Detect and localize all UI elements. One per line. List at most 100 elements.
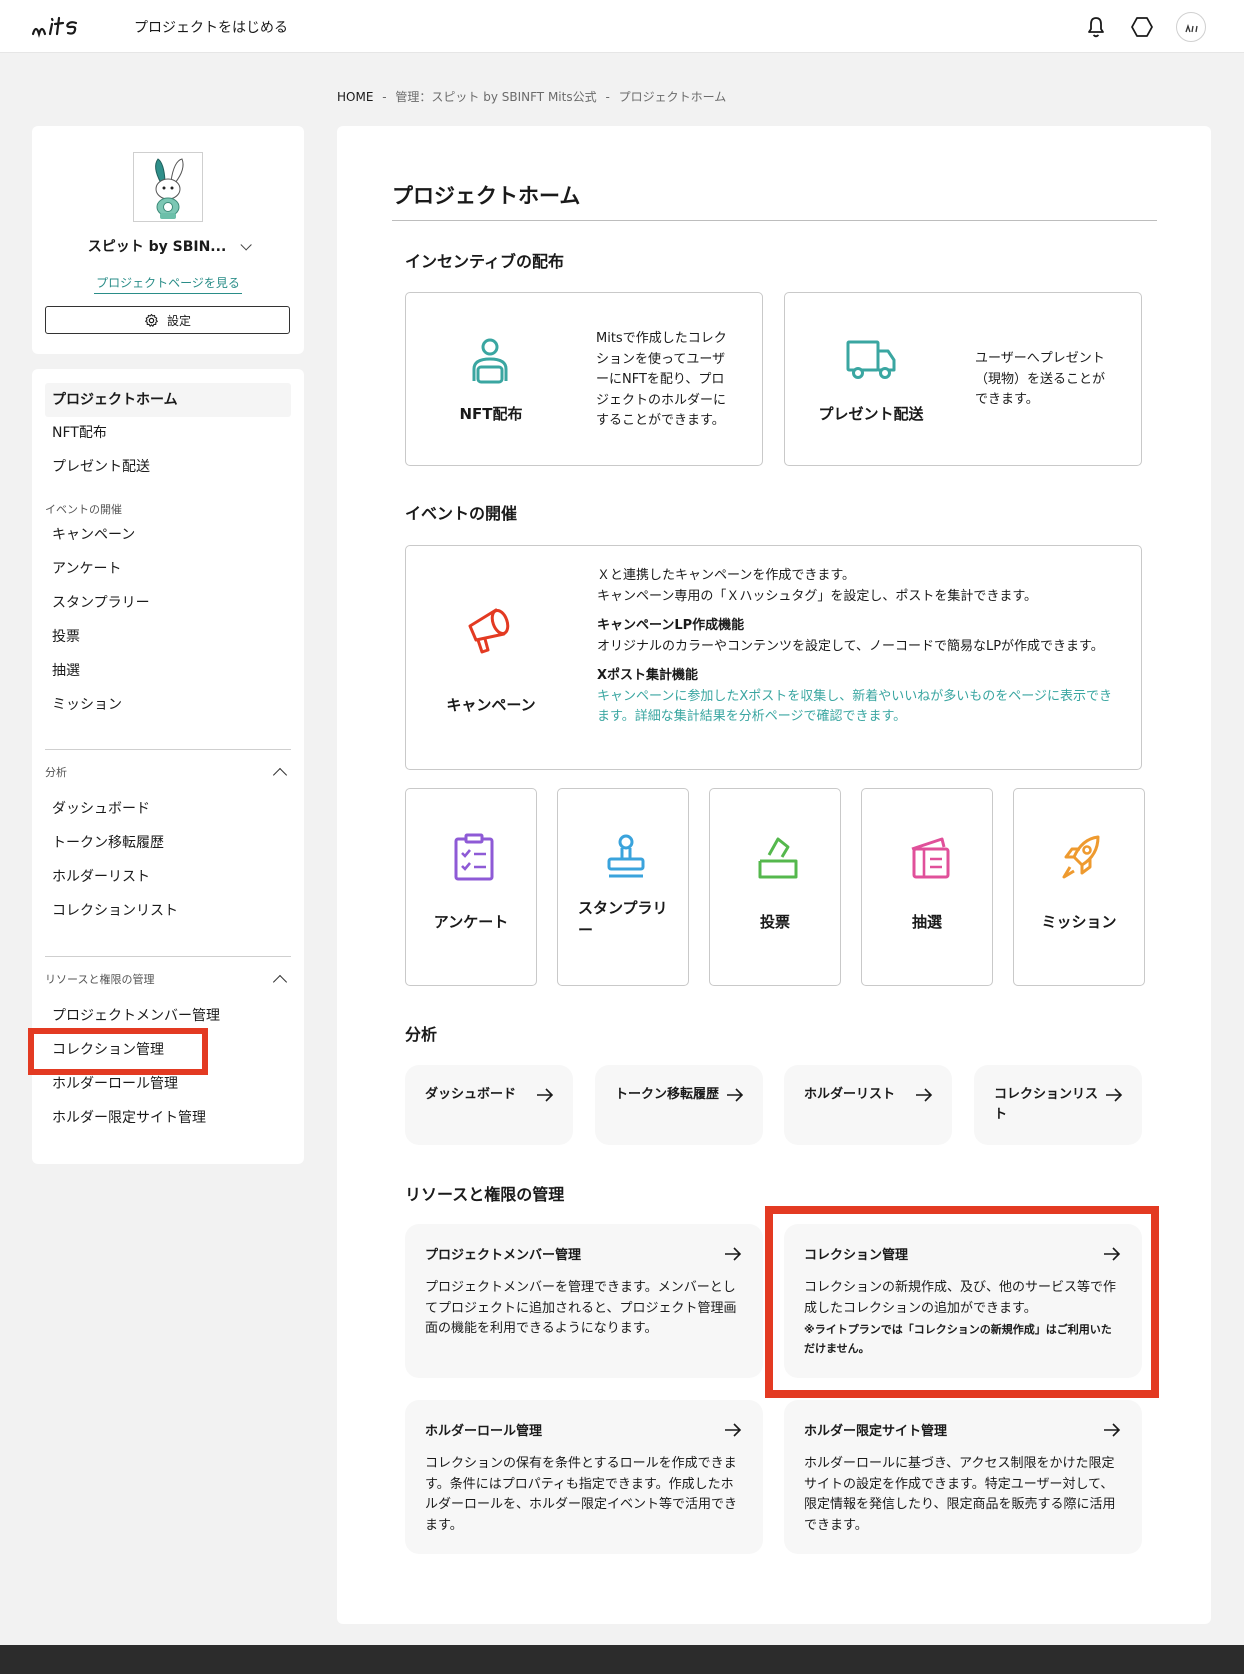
sidebar-item-lottery[interactable]: 抽選 [52, 660, 80, 682]
sidebar-item-vote[interactable]: 投票 [52, 626, 80, 648]
sidebar-item-project-home[interactable]: プロジェクトホーム [45, 383, 291, 417]
chevron-up-icon[interactable] [272, 974, 288, 990]
arrow-right-icon [727, 1088, 744, 1102]
member-card-label: プロジェクトメンバー管理 [425, 1248, 582, 1263]
holder-site-card-label: ホルダー限定サイト管理 [804, 1424, 948, 1439]
nft-distribution-card[interactable]: NFT配布 Mitsで作成したコレクションを使ってユーザーにNFTを配り、プロジ… [405, 292, 763, 466]
top-bar: プロジェクトをはじめる [0, 0, 1244, 53]
project-name: スピット by SBIN... [87, 239, 227, 255]
sidebar-group-analysis: 分析 [45, 766, 67, 779]
member-card-desc: プロジェクトメンバーを管理できます。メンバーとしてプロジェクトに追加されると、プ… [425, 1280, 737, 1336]
user-card-icon [472, 338, 508, 384]
mission-card-label: ミッション [1041, 913, 1117, 931]
member-management-card[interactable]: プロジェクトメンバー管理 プロジェクトメンバーを管理できます。メンバーとしてプロ… [405, 1224, 763, 1378]
arrow-right-icon [916, 1088, 933, 1102]
megaphone-icon [468, 608, 510, 654]
sidebar-item-holder-site[interactable]: ホルダー限定サイト管理 [52, 1107, 206, 1129]
present-card-label: プレゼント配送 [818, 405, 924, 423]
chevron-up-icon[interactable] [272, 767, 288, 783]
footer-bar [0, 1645, 1244, 1674]
mission-card[interactable]: ミッション [1013, 788, 1145, 986]
sidebar-divider [45, 749, 291, 750]
sidebar-item-member[interactable]: プロジェクトメンバー管理 [52, 1005, 220, 1027]
project-profile-card: スピット by SBIN... プロジェクトページを見る 設定 [32, 126, 304, 354]
breadcrumb-sep: - [605, 90, 610, 104]
campaign-desc-line1: Ｘと連携したキャンペーンを作成できます。 [597, 568, 856, 583]
analysis-collection-list-label: コレクションリスト [994, 1087, 1099, 1122]
sidebar-item-campaign[interactable]: キャンペーン [52, 524, 135, 546]
holder-site-card[interactable]: ホルダー限定サイト管理 ホルダーロールに基づき、アクセス制限をかけた限定サイトの… [784, 1400, 1142, 1554]
analysis-holder-list-label: ホルダーリスト [804, 1087, 896, 1102]
lottery-card[interactable]: 抽選 [861, 788, 993, 986]
breadcrumb: HOME - 管理：スピット by SBINFT Mits公式 - プロジェクト… [337, 88, 726, 105]
sidebar-item-present[interactable]: プレゼント配送 [52, 456, 150, 478]
clipboard-check-icon [454, 833, 494, 881]
vote-card-label: 投票 [759, 913, 790, 931]
holder-role-card-label: ホルダーロール管理 [425, 1424, 543, 1439]
sidebar-item-token-history[interactable]: トークン移転履歴 [52, 832, 164, 854]
settings-label: 設定 [166, 313, 191, 328]
analysis-token-history-label: トークン移転履歴 [615, 1087, 720, 1102]
campaign-xpost-heading: Xポスト集計機能 [597, 668, 699, 683]
section-title-incentive: インセンティブの配布 [405, 252, 565, 271]
nft-card-label: NFT配布 [459, 405, 523, 423]
bell-icon[interactable] [1082, 13, 1110, 41]
stamp-rally-card[interactable]: スタンプラリー [557, 788, 689, 986]
mits-logo[interactable] [30, 12, 102, 42]
section-title-analysis: 分析 [405, 1025, 438, 1044]
hexagon-icon[interactable] [1128, 13, 1156, 41]
settings-button[interactable]: 設定 [45, 306, 290, 334]
breadcrumb-sep: - [382, 90, 387, 104]
title-divider [392, 220, 1157, 221]
sidebar-item-survey[interactable]: アンケート [52, 558, 121, 580]
arrow-right-icon [725, 1247, 742, 1261]
user-avatar[interactable] [1176, 12, 1206, 42]
sidebar-item-holder-role[interactable]: ホルダーロール管理 [52, 1073, 178, 1095]
present-card-desc: ユーザーへプレゼント（現物）を送ることができます。 [975, 351, 1106, 407]
breadcrumb-home[interactable]: HOME [337, 90, 373, 104]
rocket-icon [1062, 835, 1100, 879]
breadcrumb-manage[interactable]: 管理：スピット by SBINFT Mits公式 [395, 90, 596, 104]
sidebar-item-nft[interactable]: NFT配布 [52, 422, 107, 444]
sidebar-group-resource: リソースと権限の管理 [45, 973, 155, 986]
campaign-lp-heading: キャンペーンLP作成機能 [597, 618, 745, 633]
truck-icon [846, 340, 896, 379]
sidebar-item-dashboard[interactable]: ダッシュボード [52, 798, 150, 820]
project-page-link[interactable]: プロジェクトページを見る [94, 274, 242, 294]
campaign-lp-desc: オリジナルのカラーやコンテンツを設定して、ノーコードで簡易なLPが作成できます。 [597, 638, 1104, 654]
holder-role-card[interactable]: ホルダーロール管理 コレクションの保有を条件とするロールを作成できます。条件には… [405, 1400, 763, 1554]
highlight-box-sidebar [28, 1028, 208, 1075]
chevron-down-icon [240, 239, 253, 251]
arrow-right-icon [725, 1423, 742, 1437]
lottery-card-label: 抽選 [911, 913, 942, 931]
stamp-rally-card-label: スタンプラリー [578, 899, 668, 939]
sidebar-group-event: イベントの開催 [45, 503, 122, 516]
campaign-card[interactable]: キャンペーン Ｘと連携したキャンペーンを作成できます。 キャンペーン専用の「Ｘハ… [405, 545, 1142, 770]
stamp-icon [607, 834, 645, 878]
start-project-link[interactable]: プロジェクトをはじめる [134, 17, 288, 37]
avatar-icon [1185, 23, 1198, 33]
page-title: プロジェクトホーム [392, 184, 581, 208]
lottery-ticket-icon [911, 837, 950, 879]
analysis-collection-list-link[interactable]: コレクションリスト [974, 1065, 1142, 1145]
project-image [133, 152, 203, 222]
sidebar-item-collection-list[interactable]: コレクションリスト [52, 900, 178, 922]
sidebar-item-mission[interactable]: ミッション [52, 694, 122, 716]
vote-card[interactable]: 投票 [709, 788, 841, 986]
arrow-right-icon [537, 1088, 554, 1102]
survey-card[interactable]: アンケート [405, 788, 537, 986]
campaign-card-desc: Ｘと連携したキャンペーンを作成できます。 キャンペーン専用の「Ｘハッシュタグ」を… [597, 566, 1119, 728]
sidebar-item-holder-list[interactable]: ホルダーリスト [52, 866, 150, 888]
gear-icon [145, 313, 158, 327]
present-delivery-card[interactable]: プレゼント配送 ユーザーへプレゼント（現物）を送ることができます。 [784, 292, 1142, 466]
analysis-dashboard-label: ダッシュボード [425, 1087, 517, 1102]
analysis-holder-list-link[interactable]: ホルダーリスト [784, 1065, 952, 1145]
sidebar-item-stamp-rally[interactable]: スタンプラリー [52, 592, 150, 614]
analysis-dashboard-link[interactable]: ダッシュボード [405, 1065, 573, 1145]
ballot-box-icon [758, 837, 798, 879]
highlight-box-collection-card [765, 1206, 1159, 1398]
project-switcher[interactable]: スピット by SBIN... [32, 236, 304, 256]
analysis-token-history-link[interactable]: トークン移転履歴 [595, 1065, 763, 1145]
campaign-desc-line2: キャンペーン専用の「Ｘハッシュタグ」を設定し、ポストを集計できます。 [597, 588, 1038, 604]
main-content: プロジェクトホーム インセンティブの配布 NFT配布 Mitsで作成したコレクシ… [337, 126, 1211, 1624]
